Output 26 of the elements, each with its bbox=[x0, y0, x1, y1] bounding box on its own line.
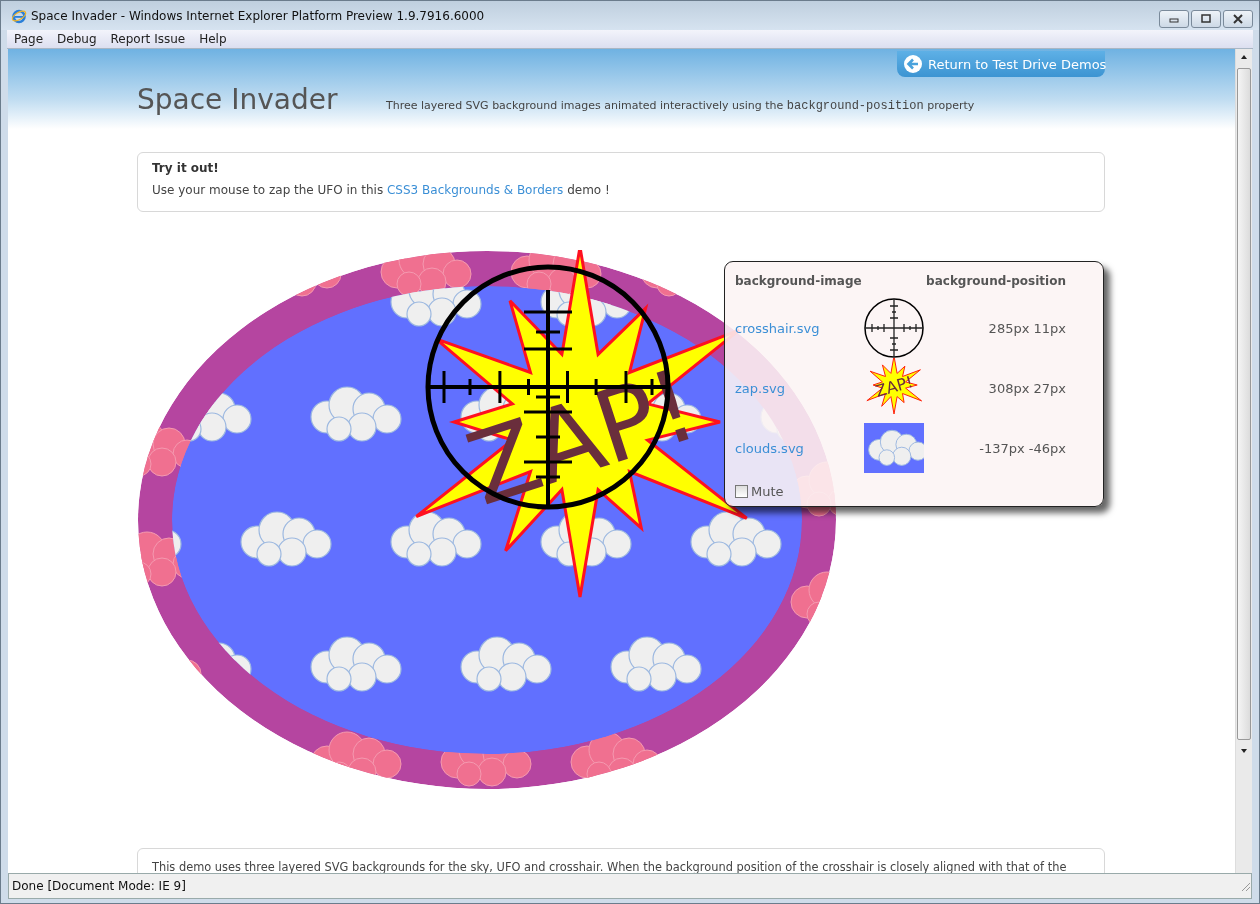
page-title: Space Invader bbox=[137, 83, 339, 116]
menu-item[interactable]: Page bbox=[7, 32, 51, 46]
description-text: This demo uses three layered SVG backgrounds for the sky, UFO and crosshair. When the background position of the crosshair is closely aligned with that of the bbox=[152, 859, 1067, 873]
menu-item[interactable]: Debug bbox=[50, 32, 104, 46]
clouds-thumbnail bbox=[864, 423, 924, 473]
crosshair-icon bbox=[864, 298, 924, 358]
close-icon bbox=[1231, 14, 1245, 24]
column-header: background-position bbox=[925, 274, 1067, 288]
card-text: Use your mouse to zap the UFO in this CSS3 Backgrounds & Borders demo ! bbox=[152, 183, 611, 197]
position-value: 308px 27px bbox=[987, 380, 1067, 396]
menu-item[interactable]: Help bbox=[192, 32, 234, 46]
position-value: 285px 11px bbox=[987, 320, 1067, 336]
status-text: Done [Document Mode: IE 9] bbox=[11, 879, 186, 893]
window-title: Space Invader - Windows Internet Explorer Platform Preview 1.9.7916.6000 bbox=[31, 8, 485, 23]
minimize-button[interactable] bbox=[1159, 10, 1189, 28]
position-value: -137px -46px bbox=[978, 440, 1067, 456]
maximize-icon bbox=[1199, 14, 1213, 24]
browser-icon bbox=[11, 7, 27, 24]
card-heading: Try it out! bbox=[152, 161, 220, 175]
resize-grip-icon[interactable] bbox=[1239, 880, 1251, 892]
demo-link[interactable]: CSS3 Backgrounds & Borders bbox=[387, 183, 564, 197]
page-subtitle: Three layered SVG background images animated interactively using the background-position property bbox=[386, 99, 975, 113]
close-button[interactable] bbox=[1223, 10, 1253, 28]
menu-item[interactable]: Report Issue bbox=[103, 32, 193, 46]
checkbox-square[interactable] bbox=[735, 485, 748, 498]
maximize-button[interactable] bbox=[1191, 10, 1221, 28]
